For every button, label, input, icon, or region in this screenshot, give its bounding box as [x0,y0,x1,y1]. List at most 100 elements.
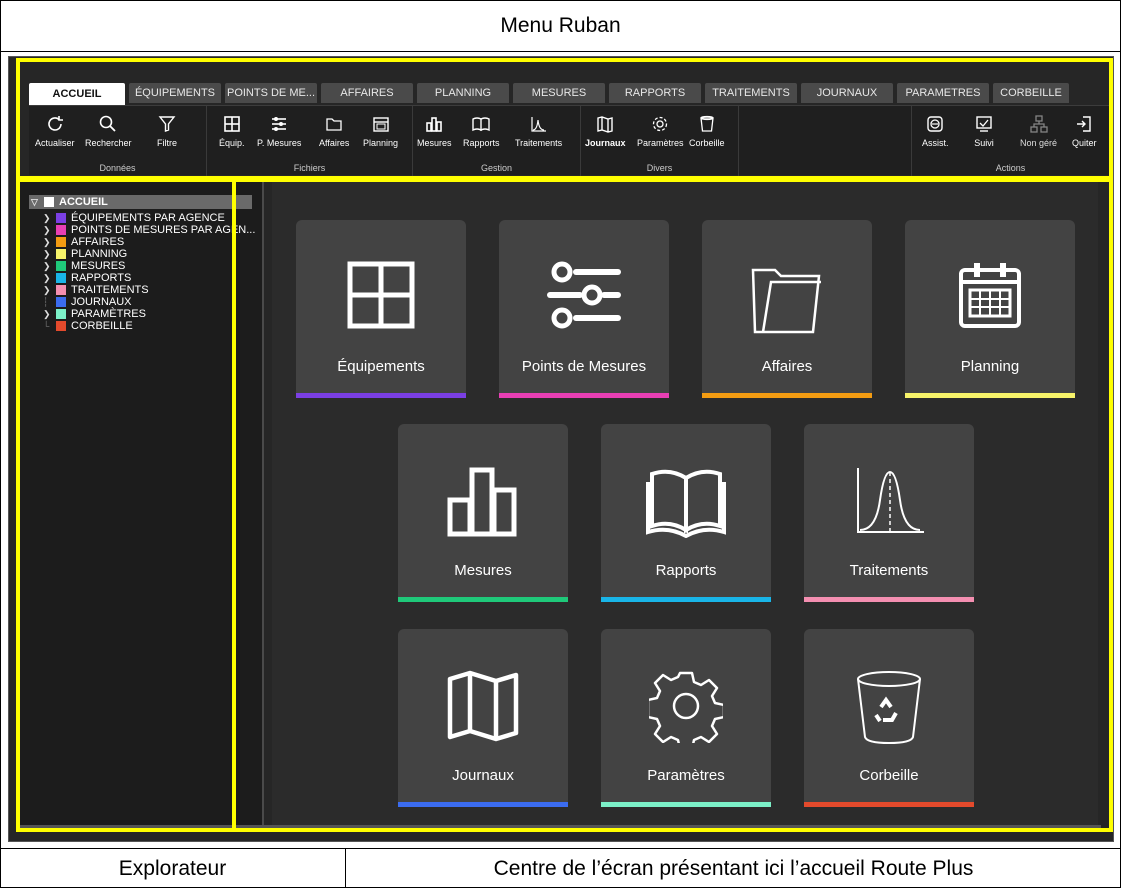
tab-parametres[interactable]: PARAMETRES [897,83,989,103]
grid-icon [223,116,240,132]
tile-color-bar [601,802,771,807]
tile-points-de-mesures[interactable]: Points de Mesures [499,220,669,398]
tile-color-bar [601,597,771,602]
gear-icon [649,671,723,743]
actualiser-button[interactable]: Actualiser [35,114,75,148]
ribbon-toolbar: Actualiser Rechercher Filtre Données Équ… [29,105,1109,176]
rapports-button[interactable]: Rapports [463,114,500,148]
filtre-button[interactable]: Filtre [157,114,177,148]
refresh-icon [47,116,63,131]
tree-item-rapports[interactable]: ❯ RAPPORTS [43,272,131,284]
rechercher-button[interactable]: Rechercher [85,114,132,148]
tree-item-points-de-mesures[interactable]: ❯ POINTS DE MESURES PAR AGEN... [43,224,255,236]
tile-color-bar [398,802,568,807]
calendar-icon [372,117,389,132]
group-label-donnees: Données [99,163,136,173]
tab-journaux[interactable]: JOURNAUX [801,83,893,103]
book-icon [472,117,490,132]
tab-points-de-mesures[interactable]: POINTS DE ME... [225,83,317,103]
chevron-down-icon[interactable]: ▽ [31,197,41,208]
chevron-right-icon[interactable]: ❯ [43,213,53,224]
horizontal-scrollbar[interactable] [19,825,1101,829]
tree-item-journaux[interactable]: ┆ JOURNAUX [43,296,132,308]
tile-journaux[interactable]: Journaux [398,629,568,807]
network-icon [1029,115,1048,133]
parametres-button[interactable]: Paramètres [637,114,684,148]
mesures-button[interactable]: Mesures [417,114,452,148]
ribbon-group-divers: Journaux Paramètres Corbeille Divers [581,106,739,176]
tile-corbeille[interactable]: Corbeille [804,629,974,807]
tree-item-planning[interactable]: ❯ PLANNING [43,248,127,260]
tab-affaires[interactable]: AFFAIRES [321,83,413,103]
tile-color-bar [905,393,1075,398]
p-mesures-button[interactable]: P. Mesures [257,114,301,148]
tab-equipements[interactable]: ÉQUIPEMENTS [129,83,221,103]
traitements-button[interactable]: Traitements [515,114,562,148]
planning-button[interactable]: Planning [363,114,398,148]
chevron-right-icon[interactable]: ❯ [43,237,53,248]
tile-rapports[interactable]: Rapports [601,424,771,602]
color-square-icon [56,309,66,319]
non-gere-button[interactable]: Non géré [1020,114,1057,148]
map-icon [447,670,519,742]
color-square-icon [56,273,66,283]
chevron-right-icon[interactable]: ❯ [43,285,53,296]
tree-item-parametres[interactable]: ❯ PARAMÈTRES [43,308,146,320]
tree-item-traitements[interactable]: ❯ TRAITEMENTS [43,284,149,296]
equip-button[interactable]: Équip. [219,114,245,148]
remote-assist-icon [927,116,943,132]
caption-explorateur: Explorateur [0,849,346,888]
chevron-right-icon[interactable]: ❯ [43,309,53,320]
assist-button[interactable]: Assist. [922,114,949,148]
recycle-bin-icon [700,115,714,132]
ribbon-tabs: ACCUEIL ÉQUIPEMENTS POINTS DE ME... AFFA… [29,83,1073,105]
tile-affaires[interactable]: Affaires [702,220,872,398]
tree-item-affaires[interactable]: ❯ AFFAIRES [43,236,124,248]
tile-parametres[interactable]: Paramètres [601,629,771,807]
sliders-icon [272,117,287,131]
folder-icon [751,268,821,334]
tile-equipements[interactable]: Équipements [296,220,466,398]
chevron-right-icon[interactable]: ❯ [43,261,53,272]
home-center-panel: Équipements Points de Mesures Affaires P… [272,180,1098,825]
tree-line-icon: └ [43,321,50,331]
suivi-button[interactable]: Suivi [974,114,994,148]
tree-item-mesures[interactable]: ❯ MESURES [43,260,125,272]
tab-traitements[interactable]: TRAITEMENTS [705,83,797,103]
quiter-button[interactable]: Quiter [1072,114,1097,148]
ribbon-group-donnees: Actualiser Rechercher Filtre Données [29,106,207,176]
explorer-panel: ▽ ACCUEIL ❯ ÉQUIPEMENTS PAR AGENCE ❯ POINT… [19,180,264,825]
tree-root-accueil[interactable]: ▽ ACCUEIL [29,195,252,209]
chevron-right-icon[interactable]: ❯ [43,225,53,236]
group-label-divers: Divers [646,163,673,173]
journaux-button[interactable]: Journaux [585,114,626,148]
corbeille-button[interactable]: Corbeille [689,114,725,148]
color-square-icon [56,285,66,295]
color-square-icon [56,213,66,223]
tile-color-bar [499,393,669,398]
tile-color-bar [398,597,568,602]
color-square-icon [56,321,66,331]
tab-corbeille[interactable]: CORBEILLE [993,83,1069,103]
tile-color-bar [804,597,974,602]
tab-rapports[interactable]: RAPPORTS [609,83,701,103]
book-icon [646,469,726,538]
tab-accueil[interactable]: ACCUEIL [29,83,125,105]
tree-item-equipements[interactable]: ❯ ÉQUIPEMENTS PAR AGENCE [43,212,225,224]
tree-item-corbeille[interactable]: └ CORBEILLE [43,320,133,332]
root-color-square [44,197,54,207]
chevron-right-icon[interactable]: ❯ [43,273,53,284]
tab-mesures[interactable]: MESURES [513,83,605,103]
tile-mesures[interactable]: Mesures [398,424,568,602]
ribbon-group-actions: Assist. Suivi Non géré Quiter Actions [911,106,1109,176]
tab-planning[interactable]: PLANNING [417,83,509,103]
tile-traitements[interactable]: Traitements [804,424,974,602]
color-square-icon [56,261,66,271]
recycle-bin-icon [857,671,921,745]
chevron-right-icon[interactable]: ❯ [43,249,53,260]
tile-planning[interactable]: Planning [905,220,1075,398]
sliders-icon [547,261,621,329]
group-label-fichiers: Fichiers [293,163,326,173]
affaires-button[interactable]: Affaires [319,114,349,148]
tile-color-bar [804,802,974,807]
